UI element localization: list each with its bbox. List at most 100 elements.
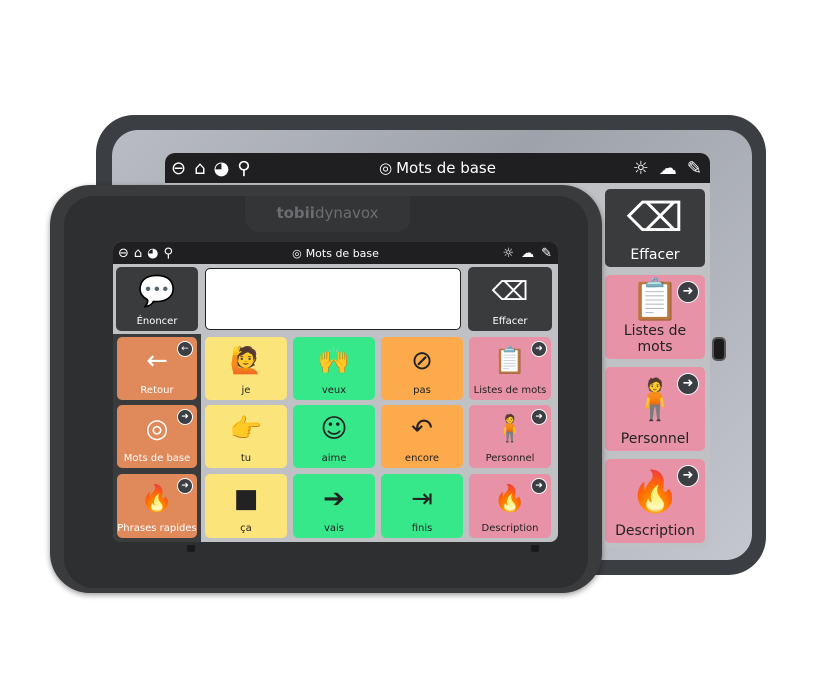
navigate-arrow-icon: ➜ (531, 409, 547, 425)
tile-label: Description (615, 523, 695, 539)
search-icon[interactable]: ⚲ (237, 158, 250, 179)
page-title-text: Mots de base (305, 246, 379, 260)
symbol-icon: ◎ (145, 414, 169, 444)
top-toolbar: ⊖ ⌂ ◕ ⚲ ◎ Mots de base ☼ ☁ ✎ (113, 242, 558, 264)
tile-label: aime (321, 453, 347, 464)
symbol-icon: ⇥ (411, 483, 433, 514)
person-icon: 🧍 (630, 376, 680, 423)
brightness-icon[interactable]: ☼ (502, 246, 514, 261)
tile-label: Listes de mots (623, 323, 687, 355)
clear-label: Effacer (492, 316, 528, 327)
message-window[interactable] (205, 268, 461, 330)
tile-label: Personnel (485, 453, 535, 464)
top-toolbar: ⊖ ⌂ ◕ ⚲ ◎ Mots de base ☼ ☁ ✎ (165, 153, 710, 183)
navigate-arrow-icon: ➜ (531, 478, 547, 494)
navigate-arrow-icon: ← (177, 341, 193, 357)
front-tablet-screen: ⊖ ⌂ ◕ ⚲ ◎ Mots de base ☼ ☁ ✎ 💬 Énoncer ⌫… (113, 242, 558, 542)
page-title: ◎ Mots de base (113, 247, 558, 260)
navigate-arrow-icon: ➜ (677, 465, 699, 487)
symbol-icon: 🧍 (493, 414, 527, 444)
tile-label: finis (411, 523, 433, 534)
tile-label: veux (321, 385, 347, 396)
dashboard-icon[interactable]: ◕ (214, 158, 230, 179)
tile-label: je (241, 385, 251, 396)
target-icon: ◎ (292, 246, 302, 260)
tile-tu[interactable]: 👉 tu (205, 405, 287, 468)
speak-button[interactable]: 💬 Énoncer (116, 267, 198, 331)
tile-word-lists[interactable]: ➜ 📋 Listes de mots (605, 275, 705, 359)
symbol-icon: 🔥 (140, 483, 174, 514)
dashboard-icon[interactable]: ◕ (147, 246, 158, 261)
tile-aime[interactable]: ☺ aime (293, 405, 375, 468)
clear-button[interactable]: ⌫ Effacer (605, 189, 705, 267)
brand-bold: tobii (276, 204, 315, 222)
navigate-arrow-icon: ➜ (531, 341, 547, 357)
edit-settings-icon[interactable]: ✎ (687, 158, 702, 179)
back-icon[interactable]: ⊖ (171, 158, 186, 179)
clear-icon: ⌫ (491, 276, 529, 307)
description-icon: 🔥 (630, 468, 680, 515)
tile-encore[interactable]: ↶ encore (381, 405, 463, 468)
tile-ça[interactable]: ■ ça (205, 474, 287, 538)
symbol-icon: ⊘ (411, 346, 433, 376)
tile-mots-de-base[interactable]: ➜ ◎ Mots de base (117, 405, 197, 468)
page-title-text: Mots de base (396, 159, 496, 177)
tile-label: Personnel (620, 431, 690, 447)
tile-label: Retour (140, 385, 174, 396)
notepad-icon: 📋 (630, 276, 680, 323)
back-icon[interactable]: ⊖ (118, 246, 129, 261)
symbol-icon: ➔ (323, 483, 345, 514)
tile-label: Listes de mots (473, 385, 547, 396)
brightness-icon[interactable]: ☼ (633, 158, 649, 179)
home-icon[interactable]: ⌂ (134, 246, 142, 261)
clear-icon: ⌫ (626, 195, 684, 241)
navigate-arrow-icon: ➜ (177, 478, 193, 494)
search-icon[interactable]: ⚲ (164, 246, 174, 261)
camera-icon (712, 337, 726, 361)
tile-label: tu (240, 453, 252, 464)
symbol-icon: 🔥 (493, 483, 527, 514)
navigate-arrow-icon: ➜ (177, 409, 193, 425)
symbol-icon: ← (146, 346, 168, 376)
edit-settings-icon[interactable]: ✎ (541, 246, 552, 261)
tile-description[interactable]: ➜ 🔥 Description (469, 474, 551, 538)
tile-label: encore (404, 453, 440, 464)
symbol-icon: ↶ (411, 414, 433, 444)
navigate-arrow-icon: ➜ (677, 373, 699, 395)
target-icon: ◎ (379, 159, 393, 177)
tile-pas[interactable]: ⊘ pas (381, 337, 463, 400)
tile-description[interactable]: ➜ 🔥 Description (605, 459, 705, 543)
tile-personnel[interactable]: ➜ 🧍 Personnel (469, 405, 551, 468)
tile-label: ça (240, 523, 252, 534)
tile-vais[interactable]: ➔ vais (293, 474, 375, 538)
case-clip (531, 545, 539, 552)
tile-phrases-rapides[interactable]: ➜ 🔥 Phrases rapides (117, 474, 197, 538)
symbol-icon: 📋 (493, 346, 527, 376)
speak-label: Énoncer (136, 316, 178, 327)
tile-label: Phrases rapides (117, 523, 197, 534)
home-icon[interactable]: ⌂ (194, 158, 205, 179)
symbol-icon: 👉 (229, 414, 263, 444)
brand-logo: tobiidynavox (245, 196, 410, 232)
symbol-icon: ■ (233, 483, 259, 514)
case-clip (187, 545, 195, 552)
tile-label: Mots de base (123, 453, 191, 464)
symbol-icon: ☺ (320, 414, 348, 444)
symbol-icon: 🙌 (317, 346, 351, 376)
clear-button[interactable]: ⌫ Effacer (468, 267, 552, 331)
sync-cloud-icon[interactable]: ☁ (521, 246, 534, 261)
brand-light: dynavox (314, 204, 379, 222)
sync-cloud-icon[interactable]: ☁ (659, 158, 677, 179)
tile-personal[interactable]: ➜ 🧍 Personnel (605, 367, 705, 451)
speech-bubble-icon: 💬 (138, 274, 176, 309)
tile-je[interactable]: 🙋 je (205, 337, 287, 400)
tile-label: Description (481, 523, 539, 534)
tile-veux[interactable]: 🙌 veux (293, 337, 375, 400)
navigate-arrow-icon: ➜ (677, 281, 699, 303)
tile-listes-de-mots[interactable]: ➜ 📋 Listes de mots (469, 337, 551, 400)
clear-label: Effacer (630, 247, 680, 263)
tile-label: pas (413, 385, 431, 396)
tile-retour[interactable]: ← ← Retour (117, 337, 197, 400)
tile-label: vais (323, 523, 345, 534)
tile-finis[interactable]: ⇥ finis (381, 474, 463, 538)
